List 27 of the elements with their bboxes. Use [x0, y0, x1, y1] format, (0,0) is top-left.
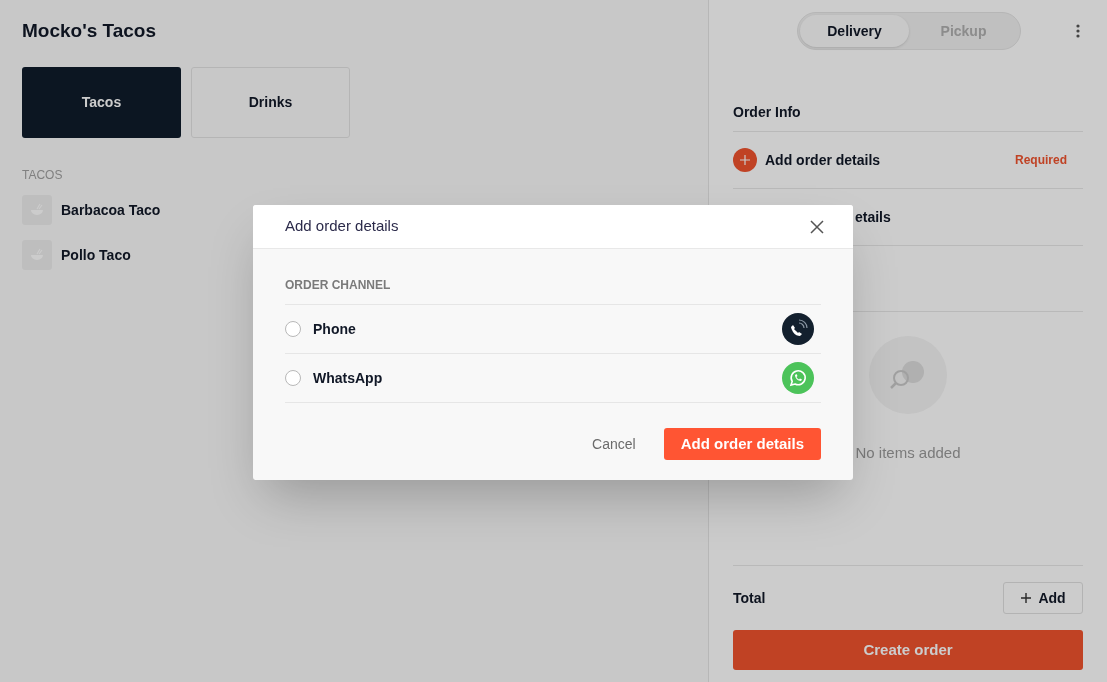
restaurant-title: Mocko's Tacos	[22, 19, 158, 43]
chat-bubble-icon	[782, 362, 814, 394]
required-label: Required	[1015, 152, 1067, 169]
total-label: Total	[733, 588, 766, 608]
order-info-label[interactable]: etails	[855, 206, 891, 228]
cancel-button[interactable]: Cancel	[592, 433, 636, 455]
plus-icon	[1020, 592, 1033, 604]
channel-label[interactable]: WhatsApp	[313, 367, 383, 389]
close-icon[interactable]	[809, 218, 825, 235]
radio-button[interactable]	[285, 321, 301, 337]
menu-item-name[interactable]: Barbacoa Taco	[61, 199, 161, 221]
order-info-label[interactable]: Add order details	[765, 149, 881, 171]
menu-item-name[interactable]: Pollo Taco	[61, 244, 131, 266]
radio-button[interactable]	[285, 370, 301, 386]
add-icon[interactable]	[733, 148, 757, 172]
section-heading: TACOS	[22, 167, 64, 184]
dialog-title: Add order details	[285, 216, 399, 237]
category-tile[interactable]: Drinks	[191, 67, 350, 138]
section-heading: ORDER CHANNEL	[285, 249, 821, 305]
add-button[interactable]: Add	[1003, 582, 1083, 614]
more-icon[interactable]	[1076, 24, 1080, 38]
category-tile[interactable]: Tacos	[22, 67, 181, 138]
channel-label[interactable]: Phone	[313, 318, 356, 340]
empty-state-text: No items added	[855, 443, 961, 463]
section-title: Order Info	[733, 102, 1083, 132]
phone-icon	[782, 313, 814, 345]
mode-tab[interactable]: Delivery	[800, 15, 909, 47]
